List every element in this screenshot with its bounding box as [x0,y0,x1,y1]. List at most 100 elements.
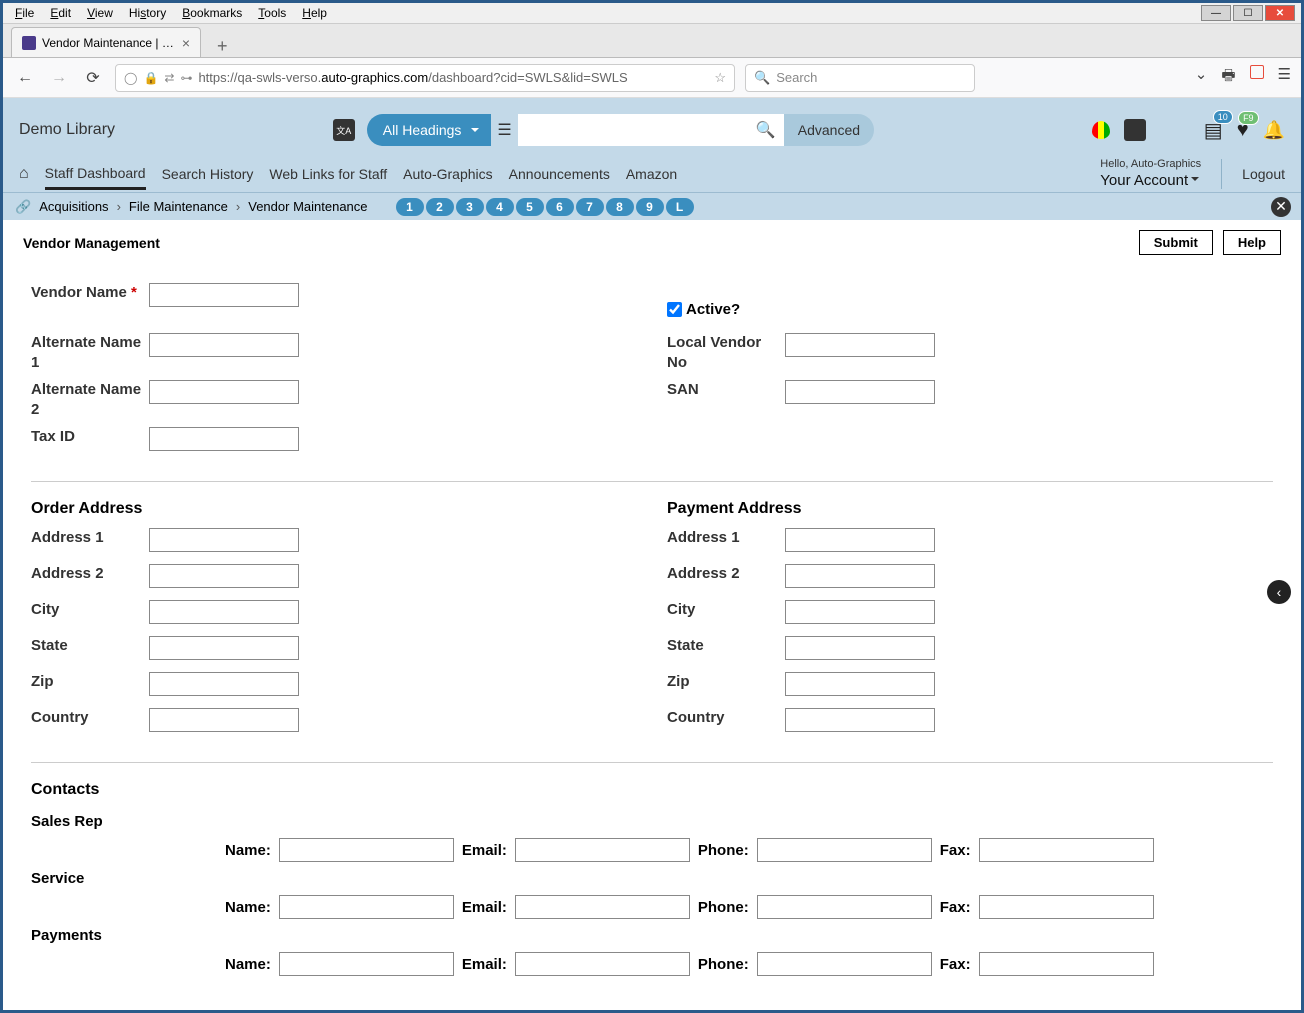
session-pill[interactable]: 5 [516,198,544,216]
url-text: https://qa-swls-verso.auto-graphics.com/… [198,70,627,85]
menu-help[interactable]: Help [294,4,335,22]
scan-icon[interactable] [1124,119,1146,141]
payments-name-input[interactable] [279,952,454,976]
pocket-icon[interactable]: ⌄ [1195,65,1208,90]
service-name-input[interactable] [279,895,454,919]
session-pill[interactable]: 8 [606,198,634,216]
print-icon[interactable]: 🖶 [1221,65,1235,90]
menu-history[interactable]: History [121,4,174,22]
library-name: Demo Library [19,121,115,139]
bookmark-star-icon[interactable]: ☆ [714,70,726,86]
window-minimize-button[interactable]: — [1201,5,1231,21]
session-pill[interactable]: L [666,198,694,216]
tax-id-input[interactable] [149,427,299,451]
form-scroll-area[interactable]: Vendor Name * Active? Alternate Name 1 [3,265,1301,1010]
san-input[interactable] [785,380,935,404]
advanced-search-button[interactable]: Advanced [784,114,874,146]
nav-amazon[interactable]: Amazon [626,160,677,188]
nav-auto-graphics[interactable]: Auto-Graphics [403,160,492,188]
payments-email-input[interactable] [515,952,690,976]
menu-file[interactable]: File [7,4,42,22]
bc-vendor-maintenance[interactable]: Vendor Maintenance [248,199,367,214]
nav-announcements[interactable]: Announcements [509,160,610,188]
list-icon[interactable]: ▤10 [1204,118,1223,143]
catalog-search-input[interactable] [518,114,748,146]
active-checkbox[interactable] [667,302,682,317]
url-bar[interactable]: ◯ 🔒 ⇄ ⊶ https://qa-swls-verso.auto-graph… [115,64,735,92]
new-tab-button[interactable]: + [209,36,236,57]
payment-city-input[interactable] [785,600,935,624]
order-zip-input[interactable] [149,672,299,696]
page-header: Vendor Management Submit Help [3,220,1301,265]
service-email-input[interactable] [515,895,690,919]
app-header: Demo Library 文A All Headings ☰ 🔍 Advance… [3,98,1301,192]
active-label: Active? [686,301,740,318]
nav-web-links[interactable]: Web Links for Staff [269,160,387,188]
session-pill[interactable]: 1 [396,198,424,216]
notifications-icon[interactable]: 🔔 [1263,120,1285,141]
tab-close-icon[interactable]: × [182,35,190,51]
payment-state-input[interactable] [785,636,935,660]
bc-acquisitions[interactable]: Acquisitions [39,199,108,214]
sales-fax-input[interactable] [979,838,1154,862]
help-button[interactable]: Help [1223,230,1281,255]
payment-country-input[interactable] [785,708,935,732]
service-phone-input[interactable] [757,895,932,919]
logout-link[interactable]: Logout [1242,166,1285,182]
headings-dropdown[interactable]: All Headings [367,114,492,146]
payments-fax-input[interactable] [979,952,1154,976]
browser-search-box[interactable]: 🔍 Search [745,64,975,92]
menu-edit[interactable]: Edit [42,4,79,22]
menu-tools[interactable]: Tools [250,4,294,22]
language-icon[interactable]: 文A [333,119,355,141]
nav-search-history[interactable]: Search History [162,160,254,188]
sales-name-input[interactable] [279,838,454,862]
payment-address2-input[interactable] [785,564,935,588]
back-button[interactable]: ← [13,66,37,90]
menu-bookmarks[interactable]: Bookmarks [174,4,250,22]
alternate-name-1-input[interactable] [149,333,299,357]
sidebar-toggle-icon[interactable]: ‹ [1267,580,1291,604]
menu-view[interactable]: View [79,4,121,22]
payment-address1-input[interactable] [785,528,935,552]
hamburger-icon[interactable]: ☰ [1278,65,1291,90]
order-country-input[interactable] [149,708,299,732]
sales-email-input[interactable] [515,838,690,862]
alternate-name-2-input[interactable] [149,380,299,404]
session-pill[interactable]: 9 [636,198,664,216]
session-pill[interactable]: 3 [456,198,484,216]
favorites-icon[interactable]: ♥F9 [1237,119,1249,142]
catalog-search-button[interactable]: 🔍 [748,114,784,146]
vendor-name-label: Vendor Name * [31,283,149,303]
browser-tab[interactable]: Vendor Maintenance | SWLS | sv × [11,27,201,57]
session-pill[interactable]: 2 [426,198,454,216]
session-pill[interactable]: 7 [576,198,604,216]
order-address1-input[interactable] [149,528,299,552]
tab-title: Vendor Maintenance | SWLS | sv [42,36,176,50]
session-pill[interactable]: 6 [546,198,574,216]
account-dropdown[interactable]: Hello, Auto-Graphics Your Account [1100,157,1201,191]
sales-phone-input[interactable] [757,838,932,862]
alt1-label: Alternate Name 1 [31,333,149,372]
database-icon[interactable]: ☰ [497,120,511,140]
payment-zip-input[interactable] [785,672,935,696]
window-close-button[interactable]: ✕ [1265,5,1295,21]
order-city-input[interactable] [149,600,299,624]
submit-button[interactable]: Submit [1139,230,1213,255]
session-pill[interactable]: 4 [486,198,514,216]
reload-button[interactable]: ⟳ [81,66,105,90]
extension-icon[interactable] [1250,65,1264,90]
forward-button[interactable]: → [47,66,71,90]
service-fax-input[interactable] [979,895,1154,919]
window-maximize-button[interactable]: ☐ [1233,5,1263,21]
order-state-input[interactable] [149,636,299,660]
balloon-icon[interactable] [1092,121,1110,139]
order-address2-input[interactable] [149,564,299,588]
bc-file-maintenance[interactable]: File Maintenance [129,199,228,214]
home-icon[interactable]: ⌂ [19,165,29,183]
payments-phone-input[interactable] [757,952,932,976]
close-tab-icon[interactable]: ✕ [1271,197,1291,217]
nav-staff-dashboard[interactable]: Staff Dashboard [45,159,146,190]
vendor-name-input[interactable] [149,283,299,307]
local-vendor-no-input[interactable] [785,333,935,357]
